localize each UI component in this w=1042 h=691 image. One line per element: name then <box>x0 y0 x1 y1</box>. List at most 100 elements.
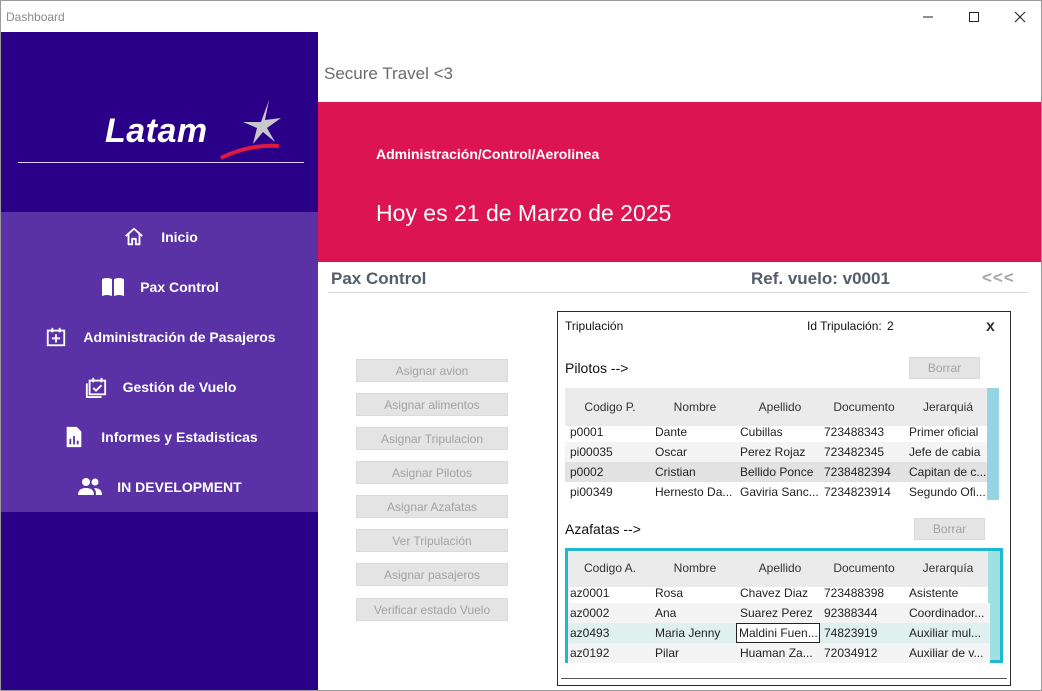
crew-panel-title: Tripulación <box>565 319 624 333</box>
pilots-table[interactable]: Codigo P. Nombre Apellido Documento Jera… <box>565 388 999 500</box>
assign-food-button[interactable]: Asignar alimentos <box>356 393 508 416</box>
sidebar-menu: Inicio Pax Control Administración de Pas… <box>1 212 318 512</box>
assign-plane-button[interactable]: Asignar avion <box>356 359 508 382</box>
sidebar-item-pax-control[interactable]: Pax Control <box>1 262 318 312</box>
column-header[interactable]: Apellido <box>740 400 820 414</box>
dashboard-window: Dashboard Latam Inicio Pax Control Admin… <box>0 0 1042 691</box>
attendants-table[interactable]: Codigo A. Nombre Apellido Documento Jera… <box>565 548 1003 663</box>
star-logo-icon <box>220 100 281 160</box>
maximize-button[interactable] <box>951 1 997 32</box>
table-row[interactable]: az0192 Pilar Huaman Za... 72034912 Auxil… <box>568 643 990 663</box>
table-cell: Primer oficial <box>909 425 979 439</box>
column-header[interactable]: Jerarquiá <box>908 400 988 414</box>
table-cell: Coordinador... <box>909 606 985 620</box>
table-cell: 723488398 <box>824 586 885 600</box>
sidebar-item-gestion-vuelo[interactable]: Gestión de Vuelo <box>1 362 318 412</box>
calendar-plus-icon <box>43 324 69 350</box>
close-window-button[interactable] <box>997 1 1041 32</box>
table-cell: Pilar <box>655 646 680 660</box>
table-row[interactable]: p0002 Cristian Bellido Ponce 7238482394 … <box>565 462 987 482</box>
table-cell: Cubillas <box>740 425 783 439</box>
column-header[interactable]: Codigo P. <box>570 400 650 414</box>
table-cell: pi00349 <box>570 485 613 499</box>
table-cell: az0493 <box>570 626 610 640</box>
table-scrollbar[interactable] <box>987 388 999 500</box>
table-cell: p0001 <box>570 425 604 439</box>
table-row[interactable]: p0001 Dante Cubillas 723488343 Primer of… <box>565 422 987 442</box>
report-icon <box>61 424 87 450</box>
back-button[interactable]: <<< <box>982 268 1015 288</box>
column-header[interactable]: Documento <box>824 400 904 414</box>
table-cell: Huaman Za... <box>740 646 813 660</box>
column-header[interactable]: Jerarquía <box>908 561 988 575</box>
table-cell: 723488343 <box>824 425 885 439</box>
table-cell: 72034912 <box>824 646 878 660</box>
table-cell: Hernesto Da... <box>655 485 733 499</box>
assign-passengers-button[interactable]: Asignar pasajeros <box>356 563 508 586</box>
table-cell: 92388344 <box>824 606 878 620</box>
panel-divider <box>561 678 1007 679</box>
latam-logo: Latam <box>101 100 301 160</box>
table-cell: Suarez Perez <box>740 606 813 620</box>
assign-crew-button[interactable]: Asignar Tripulacion <box>356 427 508 450</box>
table-header: Codigo P. Nombre Apellido Documento Jera… <box>565 388 987 426</box>
table-cell: 7238482394 <box>824 465 891 479</box>
table-cell: 7234823914 <box>824 485 891 499</box>
table-cell: Gaviria Sanc... <box>740 485 819 499</box>
flight-reference: Ref. vuelo: v0001 <box>751 269 890 288</box>
table-cell: Dante <box>655 425 688 439</box>
table-header: Codigo A. Nombre Apellido Documento Jera… <box>568 551 990 587</box>
sidebar-item-informes[interactable]: Informes y Estadisticas <box>1 412 318 462</box>
sidebar: Latam Inicio Pax Control Administración … <box>1 32 318 690</box>
sidebar-item-label: Informes y Estadisticas <box>101 429 258 445</box>
users-icon <box>77 474 103 500</box>
table-cell: Oscar <box>655 445 688 459</box>
sidebar-item-admin-pasajeros[interactable]: Administración de Pasajeros <box>1 312 318 362</box>
sidebar-item-label: Inicio <box>161 229 198 245</box>
crew-panel: Tripulación Id Tripulación: 2 x Pilotos … <box>557 311 1011 686</box>
assign-pilots-button[interactable]: Asignar Pilotos <box>356 461 508 484</box>
table-cell: Bellido Ponce <box>740 465 814 479</box>
column-header[interactable]: Nombre <box>655 400 735 414</box>
table-cell: az0001 <box>570 586 610 600</box>
column-header[interactable]: Nombre <box>655 561 735 575</box>
section-header: Pax Control Ref. vuelo: v0001 <<< <box>328 263 1028 293</box>
table-row[interactable]: az0002 Ana Suarez Perez 92388344 Coordin… <box>568 603 990 623</box>
table-cell: Jefe de cabia <box>909 445 981 459</box>
table-cell: p0002 <box>570 465 604 479</box>
table-row[interactable]: pi00349 Hernesto Da... Gaviria Sanc... 7… <box>565 482 987 502</box>
close-panel-button[interactable]: x <box>986 318 995 336</box>
table-cell: Perez Rojaz <box>740 445 806 459</box>
minimize-icon <box>923 16 933 17</box>
table-row[interactable]: az0001 Rosa Chavez Diaz 723488398 Asiste… <box>568 583 990 603</box>
delete-pilot-button[interactable]: Borrar <box>909 357 980 379</box>
logo-divider <box>18 162 304 163</box>
sidebar-item-inicio[interactable]: Inicio <box>1 212 318 262</box>
table-row[interactable]: az0493 Maria Jenny Maldini Fuen... 74823… <box>568 623 990 643</box>
delete-attendant-button[interactable]: Borrar <box>914 518 985 540</box>
table-row[interactable]: pi00035 Oscar Perez Rojaz 723482345 Jefe… <box>565 442 987 462</box>
sidebar-item-label: IN DEVELOPMENT <box>117 479 242 495</box>
column-header[interactable]: Documento <box>824 561 904 575</box>
verify-flight-status-button[interactable]: Verificar estado Vuelo <box>356 598 508 621</box>
table-cell: 74823919 <box>824 626 878 640</box>
table-cell-editor[interactable]: Maldini Fuen... <box>736 623 820 643</box>
sidebar-item-label: Administración de Pasajeros <box>83 329 276 345</box>
minimize-button[interactable] <box>905 1 951 32</box>
sidebar-item-in-development[interactable]: IN DEVELOPMENT <box>1 462 318 512</box>
current-date: Hoy es 21 de Marzo de 2025 <box>376 200 672 226</box>
table-cell: Capitan de c... <box>909 465 987 479</box>
table-cell: az0002 <box>570 606 610 620</box>
table-cell: Auxiliar de v... <box>909 646 984 660</box>
header-banner: Administración/Control/Aerolinea Hoy es … <box>318 102 1041 262</box>
column-header[interactable]: Apellido <box>740 561 820 575</box>
assign-attendants-button[interactable]: Asignar Azafatas <box>356 495 508 518</box>
table-cell: Ana <box>655 606 677 620</box>
title-bar: Dashboard <box>1 1 1041 32</box>
top-bar: Secure Travel <3 <box>318 32 1041 102</box>
breadcrumb: Administración/Control/Aerolinea <box>376 146 600 162</box>
table-cell: Chavez Diaz <box>740 586 809 600</box>
column-header[interactable]: Codigo A. <box>570 561 650 575</box>
table-cell: Segundo Ofi... <box>909 485 986 499</box>
view-crew-button[interactable]: Ver Tripulación <box>356 529 508 552</box>
